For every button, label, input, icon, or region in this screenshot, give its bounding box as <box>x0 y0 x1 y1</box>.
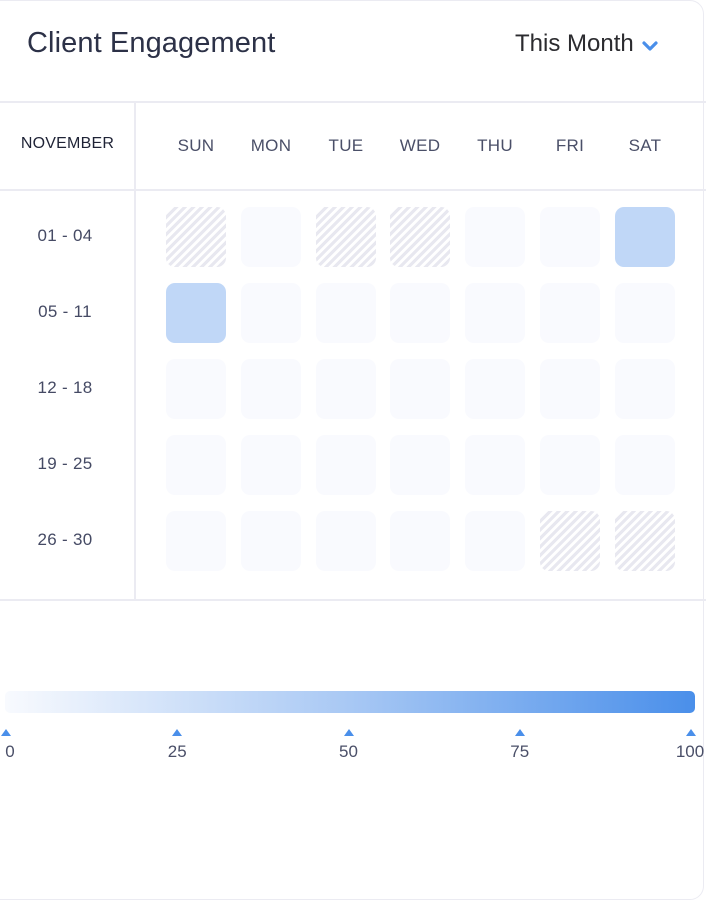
card-title: Client Engagement <box>27 27 276 59</box>
day-header-wed: WED <box>399 136 441 155</box>
calendar-cell[interactable] <box>390 511 450 571</box>
legend-tick-label: 25 <box>167 742 187 761</box>
calendar-cell[interactable] <box>615 435 675 495</box>
day-header-tue: TUE <box>328 136 364 155</box>
legend-tick-label: 0 <box>5 742 15 761</box>
calendar-cell[interactable] <box>465 511 525 571</box>
legend-tick-marker <box>686 729 696 736</box>
month-label: NOVEMBER <box>20 135 115 152</box>
calendar-cell[interactable] <box>615 283 675 343</box>
chevron-down-icon <box>642 41 658 51</box>
calendar-cell[interactable] <box>316 435 376 495</box>
calendar-cell[interactable] <box>166 511 226 571</box>
legend-tick-marker <box>343 729 354 736</box>
calendar-cell[interactable] <box>241 435 301 495</box>
week-label: 05 - 11 <box>38 302 92 321</box>
day-header-sat: SAT <box>628 136 662 155</box>
calendar-cell[interactable] <box>241 283 301 343</box>
day-header-fri: FRI <box>555 136 585 155</box>
calendar-cell-disabled <box>615 511 675 571</box>
calendar-cell[interactable] <box>540 283 600 343</box>
calendar-cell[interactable] <box>241 511 301 571</box>
legend-gradient-bar <box>5 691 695 713</box>
week-label: 19 - 25 <box>37 454 93 473</box>
day-header-sun: SUN <box>177 136 215 155</box>
calendar-cell-active[interactable] <box>615 207 675 267</box>
day-header-divider <box>0 189 706 191</box>
week-label: 26 - 30 <box>37 530 93 549</box>
legend-tick-label: 100 <box>675 742 705 761</box>
calendar-cell-disabled <box>390 207 450 267</box>
table-bottom-divider <box>0 599 706 601</box>
calendar-cell-active[interactable] <box>166 283 226 343</box>
calendar-cell[interactable] <box>465 283 525 343</box>
calendar-cell[interactable] <box>465 359 525 419</box>
week-column-divider <box>134 101 136 601</box>
legend-tick-marker <box>514 729 525 736</box>
legend-tick-marker <box>172 729 183 736</box>
calendar-cell[interactable] <box>166 359 226 419</box>
calendar-cell[interactable] <box>166 435 226 495</box>
calendar-cell[interactable] <box>540 207 600 267</box>
day-header-mon: MON <box>250 136 292 155</box>
period-dropdown-label: This Month <box>515 30 634 57</box>
calendar-cell[interactable] <box>390 359 450 419</box>
calendar-cell[interactable] <box>316 359 376 419</box>
calendar-cell[interactable] <box>465 435 525 495</box>
calendar-cell[interactable] <box>390 435 450 495</box>
calendar-cell-disabled <box>166 207 226 267</box>
calendar-cell-disabled <box>316 207 376 267</box>
calendar-cell[interactable] <box>540 359 600 419</box>
calendar-cell-disabled <box>540 511 600 571</box>
day-header-thu: THU <box>477 136 513 155</box>
calendar-cell[interactable] <box>241 359 301 419</box>
calendar-cell[interactable] <box>540 435 600 495</box>
calendar-cell[interactable] <box>316 283 376 343</box>
calendar-cell[interactable] <box>241 207 301 267</box>
header-divider <box>0 101 706 103</box>
legend-tick-label: 75 <box>510 742 530 761</box>
legend-tick-marker <box>1 729 11 736</box>
calendar-cell[interactable] <box>316 511 376 571</box>
legend-tick-label: 50 <box>339 742 358 761</box>
week-label: 01 - 04 <box>37 226 93 245</box>
calendar-cell[interactable] <box>390 283 450 343</box>
period-dropdown[interactable]: This Month <box>515 30 659 58</box>
week-label: 12 - 18 <box>37 378 93 397</box>
calendar-cell[interactable] <box>615 359 675 419</box>
calendar-cell[interactable] <box>465 207 525 267</box>
